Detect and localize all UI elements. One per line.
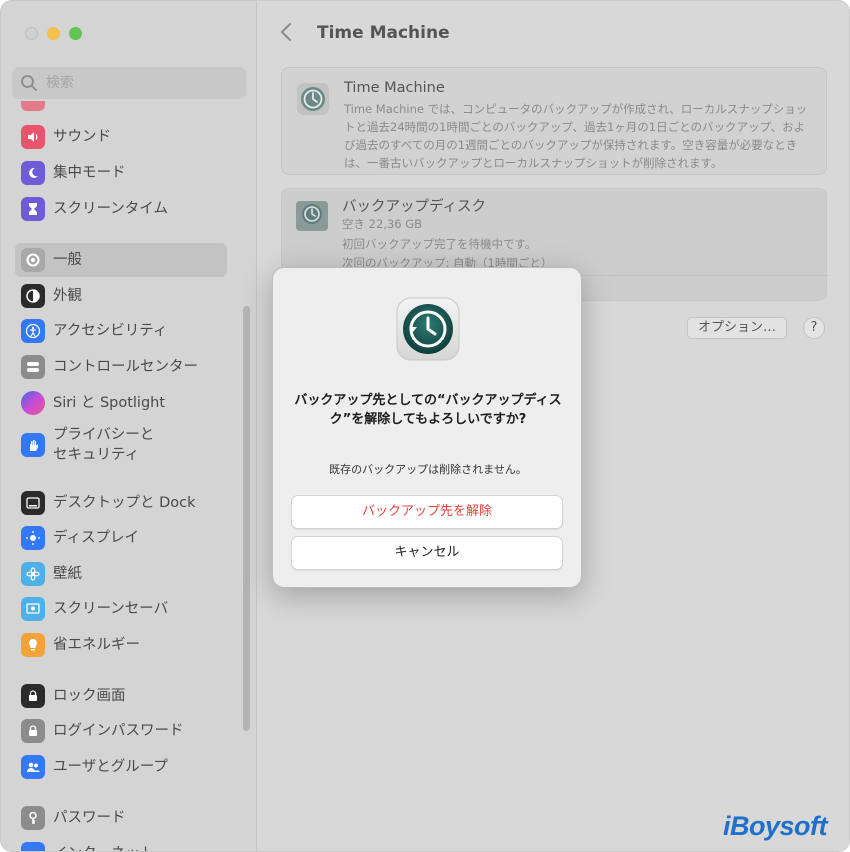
wallpaper-icon	[21, 562, 45, 586]
gear-icon	[21, 248, 45, 272]
search-input[interactable]	[46, 75, 226, 91]
sidebar-item-label: スクリーンセーバ	[53, 601, 169, 617]
moon-icon	[21, 161, 45, 185]
info-card-description: Time Machine では、コンピュータのバックアップが作成され、ローカルス…	[344, 102, 808, 170]
users-icon	[21, 755, 45, 779]
sidebar-item-privacy[interactable]: プライバシーと セキュリティ	[15, 422, 227, 468]
remove-destination-button[interactable]: バックアップ先を解除	[291, 495, 563, 529]
sidebar-item-label: スクリーンタイム	[53, 201, 168, 217]
screensaver-icon	[21, 597, 45, 621]
sidebar-item-login-password[interactable]: ログインパスワード	[15, 714, 227, 748]
dialog-message: 既存のバックアップは削除されません。	[329, 463, 527, 476]
time-machine-info-card: Time Machine Time Machine では、コンピュータのバックア…	[281, 67, 827, 175]
siri-icon	[21, 391, 45, 415]
sidebar-item-wallpaper[interactable]: 壁紙	[15, 557, 227, 591]
sidebar-item-label: 省エネルギー	[53, 637, 140, 653]
sidebar-item-accessibility[interactable]: アクセシビリティ	[15, 314, 227, 348]
sidebar-item-users-groups[interactable]: ユーザとグループ	[15, 750, 227, 784]
sidebar-item-desktop-dock[interactable]: デスクトップと Dock	[15, 486, 227, 520]
sidebar-item-general[interactable]: 一般	[15, 243, 227, 277]
zoom-window-button[interactable]	[69, 27, 82, 40]
sidebar-item-label: 集中モード	[53, 165, 126, 181]
sidebar-item-label: ディスプレイ	[53, 530, 139, 546]
options-button[interactable]: オプション…	[687, 317, 788, 339]
sidebar-item-label: サウンド	[53, 129, 111, 145]
page-title: Time Machine	[317, 23, 450, 43]
sidebar-item-label: 外観	[53, 288, 82, 304]
accessibility-icon	[21, 319, 45, 343]
help-button[interactable]: ?	[803, 317, 825, 339]
sidebar-item-passwords[interactable]: パスワード	[15, 801, 227, 835]
sidebar-item-label: ロック画面	[53, 688, 126, 704]
backup-disk-free-space: 空き 22,36 GB	[342, 217, 423, 231]
search-icon	[21, 75, 37, 91]
privacy-label-line1: プライバシーと	[53, 427, 155, 443]
sidebar-item-label: Siri と Spotlight	[53, 395, 166, 411]
dock-icon	[21, 491, 45, 515]
search-field[interactable]	[12, 67, 246, 99]
settings-window: サウンド 集中モード スクリーンタイム 一般 外観	[0, 0, 850, 852]
key-icon	[21, 806, 45, 830]
time-machine-icon	[297, 83, 329, 115]
sidebar-item-label: インターネット	[53, 844, 155, 851]
hourglass-icon	[21, 197, 45, 221]
dialog-title: バックアップ先としての“バックアップディスク”を解除してもよろしいですか?	[294, 393, 562, 427]
sidebar-item-label: ユーザとグループ	[53, 759, 168, 775]
sidebar-item-label: アクセシビリティ	[53, 323, 168, 339]
sidebar-item-screen-time[interactable]: スクリーンタイム	[15, 192, 227, 226]
info-card-title: Time Machine	[344, 80, 445, 96]
appearance-icon	[21, 284, 45, 308]
sidebar-item-display[interactable]: ディスプレイ	[15, 521, 227, 555]
time-machine-icon	[396, 297, 460, 361]
sidebar-item-energy[interactable]: 省エネルギー	[15, 628, 227, 662]
hand-icon	[21, 433, 45, 457]
sidebar-item-lock-screen[interactable]: ロック画面	[15, 679, 227, 713]
watermark-logo: iBoysoft	[723, 811, 828, 841]
partial-sidebar-icon	[21, 101, 45, 111]
sidebar-item-label: 壁紙	[53, 566, 82, 582]
cancel-button[interactable]: キャンセル	[291, 536, 563, 570]
sidebar-item-screensaver[interactable]: スクリーンセーバ	[15, 592, 227, 626]
speaker-icon	[21, 125, 45, 149]
sidebar-item-focus[interactable]: 集中モード	[15, 156, 227, 190]
bulb-icon	[21, 633, 45, 657]
sidebar: サウンド 集中モード スクリーンタイム 一般 外観	[1, 1, 257, 851]
sidebar-item-label: コントロールセンター	[53, 359, 198, 375]
backup-disk-title: バックアップディスク	[342, 199, 486, 215]
sidebar-item-sound[interactable]: サウンド	[15, 120, 227, 154]
globe-icon	[21, 842, 45, 851]
sidebar-item-appearance[interactable]: 外観	[15, 279, 227, 313]
display-icon	[21, 526, 45, 550]
window-controls	[25, 27, 82, 40]
lock-screen-icon	[21, 684, 45, 708]
privacy-label-line2: セキュリティ	[53, 447, 140, 463]
sidebar-item-label: プライバシーと セキュリティ	[53, 425, 154, 465]
sidebar-item-label: 一般	[53, 252, 82, 268]
minimize-window-button[interactable]	[47, 27, 60, 40]
sidebar-item-label: デスクトップと Dock	[53, 495, 196, 511]
back-button[interactable]	[279, 21, 299, 47]
remove-backup-disk-dialog: バックアップ先としての“バックアップディスク”を解除してもよろしいですか? 既存…	[272, 267, 582, 588]
sidebar-item-siri[interactable]: Siri と Spotlight	[15, 386, 227, 420]
control-center-icon	[21, 355, 45, 379]
sidebar-item-label: パスワード	[53, 810, 126, 826]
backup-disk-icon	[296, 201, 328, 231]
sidebar-item-control-center[interactable]: コントロールセンター	[15, 350, 227, 384]
backup-disk-status: 初回バックアップ完了を待機中です。	[342, 237, 537, 251]
close-window-button[interactable]	[25, 27, 38, 40]
lock-icon	[21, 719, 45, 743]
sidebar-item-label: ログインパスワード	[53, 723, 184, 739]
sidebar-scrollbar[interactable]	[243, 306, 250, 731]
sidebar-item-internet[interactable]: インターネット	[15, 837, 227, 851]
chevron-left-icon	[281, 23, 291, 41]
